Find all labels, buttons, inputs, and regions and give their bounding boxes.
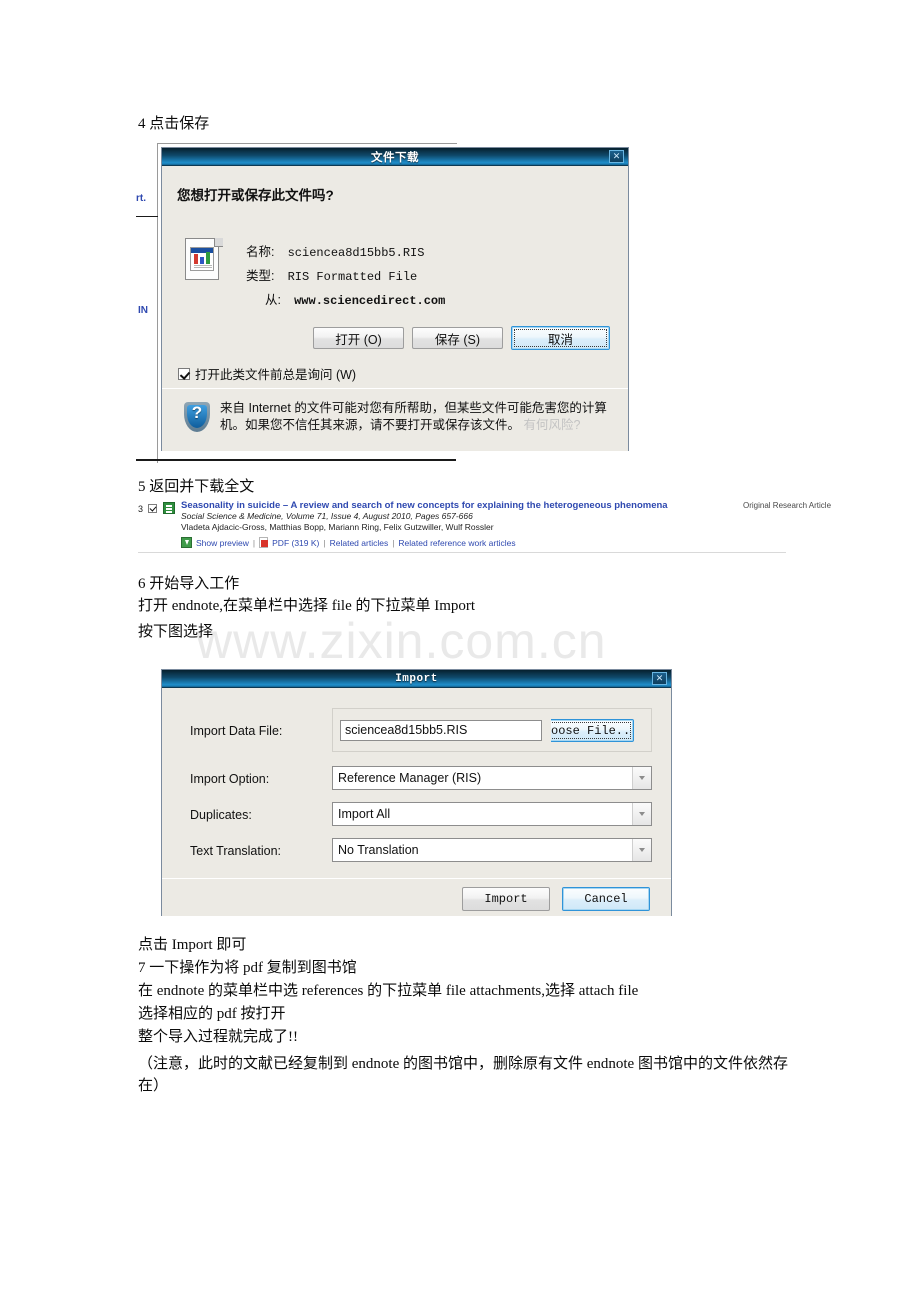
warning-text-block: 来自 Internet 的文件可能对您有所帮助，但某些文件可能危害您的计算机。如…	[220, 400, 610, 434]
close-icon[interactable]: ✕	[609, 150, 624, 163]
file-download-question: 您想打开或保存此文件吗?	[177, 188, 334, 203]
show-preview-link[interactable]: Show preview	[196, 538, 249, 548]
result-authors: Vladeta Ajdacic-Gross, Matthias Bopp, Ma…	[181, 522, 494, 532]
file-name-label: 名称:	[246, 245, 275, 259]
cancel-button-label: 取消	[547, 332, 573, 347]
choose-file-button[interactable]: ꓥoose File..	[551, 719, 634, 742]
import-button[interactable]: Import	[462, 887, 550, 911]
step-7-line-3: 整个导入过程就完成了!!	[138, 1029, 298, 1045]
text-translation-value: No Translation	[338, 843, 419, 857]
import-option-value: Reference Manager (RIS)	[338, 771, 482, 785]
import-option-select[interactable]: Reference Manager (RIS)	[332, 766, 652, 790]
show-preview-icon	[181, 537, 192, 548]
chevron-down-icon[interactable]	[632, 767, 651, 789]
always-ask-label: 打开此类文件前总是询问 (W)	[195, 368, 357, 382]
import-dialog: Import ✕ Import Data File: sciencea8d15b…	[161, 669, 672, 916]
related-reference-work-link[interactable]: Related reference work articles	[398, 538, 515, 548]
import-data-file-input[interactable]: sciencea8d15bb5.RIS	[340, 720, 542, 741]
cancel-button[interactable]: 取消	[511, 326, 610, 350]
after-import-line: 点击 Import 即可	[138, 937, 247, 953]
file-name-value: sciencea8d15bb5.RIS	[287, 246, 425, 260]
background-rule-1	[136, 216, 158, 217]
file-download-dialog: 文件下载 ✕ 您想打开或保存此文件吗? 名称: sciencea8d15bb5.…	[161, 147, 629, 451]
save-button[interactable]: 保存 (S)	[412, 327, 503, 349]
text-translation-label: Text Translation:	[190, 844, 282, 858]
choose-file-button-clip: ꓥoose File..	[551, 719, 634, 742]
article-icon	[163, 502, 175, 514]
text-translation-select[interactable]: No Translation	[332, 838, 652, 862]
result-article-type: Original Research Article	[743, 501, 832, 510]
document-page: www.zixin.com.cn 4 点击保存 rt. IN 文件下载 ✕ 您想…	[0, 0, 920, 1302]
choose-file-label: ꓥoose File..	[551, 724, 631, 738]
file-type-row: 类型: RIS Formatted File	[246, 265, 417, 284]
background-fragment-1: rt.	[136, 193, 146, 204]
import-body: Import Data File: sciencea8d15bb5.RIS ꓥo…	[162, 688, 671, 916]
result-checkbox[interactable]	[148, 504, 157, 513]
file-type-value: RIS Formatted File	[287, 270, 418, 284]
step-4-heading: 4 点击保存	[138, 116, 210, 132]
import-cancel-label: Cancel	[584, 892, 628, 906]
related-articles-link[interactable]: Related articles	[330, 538, 389, 548]
import-option-label: Import Option:	[190, 772, 270, 786]
duplicates-select[interactable]: Import All	[332, 802, 652, 826]
file-download-body: 您想打开或保存此文件吗? 名称: sciencea8d15bb5.RIS 类型:…	[162, 166, 628, 451]
step-6-line-2: 按下图选择	[138, 624, 214, 640]
file-download-title: 文件下载	[371, 151, 419, 164]
risk-link[interactable]: 有何风险?	[524, 418, 581, 432]
file-type-label: 类型:	[246, 269, 275, 283]
blue-shield-question-icon: ?	[184, 402, 210, 432]
step-7-line-1: 在 endnote 的菜单栏中选 references 的下拉菜单 file a…	[138, 983, 639, 999]
close-icon[interactable]: ✕	[652, 672, 667, 685]
result-number: 3	[138, 504, 144, 514]
link-separator: |	[252, 537, 256, 548]
chevron-down-icon[interactable]	[632, 803, 651, 825]
pdf-link[interactable]: PDF (319 K)	[272, 538, 319, 548]
file-source-label: 从:	[265, 293, 281, 307]
import-title: Import	[395, 672, 438, 685]
import-titlebar[interactable]: Import ✕	[162, 670, 671, 688]
import-footer-separator	[162, 878, 671, 879]
file-source-row: 从: www.sciencedirect.com	[265, 289, 445, 308]
step-7-line-2: 选择相应的 pdf 按打开	[138, 1006, 286, 1022]
background-rule-2	[136, 459, 456, 461]
open-button[interactable]: 打开 (O)	[313, 327, 404, 349]
result-journal: Social Science & Medicine, Volume 71, Is…	[181, 511, 473, 521]
step-5-heading: 5 返回并下载全文	[138, 479, 255, 495]
link-separator: |	[323, 537, 326, 548]
result-links: Show preview | PDF (319 K) | Related art…	[181, 537, 516, 548]
always-ask-checkbox[interactable]: 打开此类文件前总是询问 (W)	[178, 364, 356, 383]
background-fragment-2: IN	[138, 305, 148, 316]
step-6-line-1: 打开 endnote,在菜单栏中选择 file 的下拉菜单 Import	[138, 598, 476, 614]
duplicates-value: Import All	[338, 807, 391, 821]
dialog-separator	[162, 388, 628, 389]
pdf-icon	[259, 537, 269, 548]
watermark: www.zixin.com.cn	[196, 613, 607, 669]
result-title-link[interactable]: Seasonality in suicide – A review and se…	[181, 500, 668, 511]
step-7-heading: 7 一下操作为将 pdf 复制到图书馆	[138, 960, 357, 976]
step-6-heading: 6 开始导入工作	[138, 576, 240, 592]
checkbox-checked-icon	[178, 367, 190, 380]
file-name-row: 名称: sciencea8d15bb5.RIS	[246, 241, 424, 260]
link-separator: |	[392, 537, 395, 548]
file-download-titlebar[interactable]: 文件下载 ✕	[162, 148, 628, 166]
file-source-value: www.sciencedirect.com	[294, 294, 446, 308]
import-data-file-label: Import Data File:	[190, 724, 283, 738]
duplicates-label: Duplicates:	[190, 808, 252, 822]
chevron-down-icon[interactable]	[632, 839, 651, 861]
step-7-note: （注意，此时的文献已经复制到 endnote 的图书馆中，删除原有文件 endn…	[138, 1056, 788, 1094]
import-cancel-button[interactable]: Cancel	[562, 887, 650, 911]
ris-file-icon	[185, 238, 223, 282]
result-divider	[138, 552, 786, 553]
